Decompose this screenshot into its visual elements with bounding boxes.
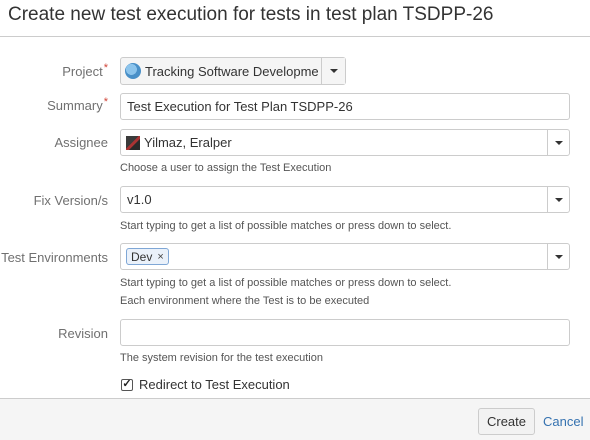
fix-version-input[interactable]: v1.0 <box>120 186 570 213</box>
revision-description: The system revision for the test executi… <box>120 352 323 364</box>
test-environments-input[interactable]: Dev × <box>120 243 570 270</box>
required-marker: * <box>103 62 108 74</box>
assignee-value: Yilmaz, Eralper <box>144 135 232 150</box>
cancel-link[interactable]: Cancel <box>543 414 583 429</box>
checkmark-icon: ✓ <box>122 378 132 390</box>
chevron-down-icon <box>554 197 563 202</box>
chevron-down-icon <box>554 254 563 259</box>
environment-tag: Dev × <box>126 248 169 265</box>
chevron-down-icon <box>554 140 563 145</box>
summary-input[interactable]: Test Execution for Test Plan TSDPP-26 <box>120 93 570 120</box>
summary-value: Test Execution for Test Plan TSDPP-26 <box>127 99 353 114</box>
test-environments-description: Start typing to get a list of possible m… <box>120 277 452 289</box>
fix-version-value: v1.0 <box>127 192 152 207</box>
create-button[interactable]: Create <box>478 408 535 435</box>
assignee-select[interactable]: Yilmaz, Eralper <box>120 129 570 156</box>
redirect-option[interactable]: ✓ Redirect to Test Execution <box>121 377 290 392</box>
project-select[interactable]: Tracking Software Developmen <box>120 57 346 85</box>
assignee-dropdown-button[interactable] <box>547 130 569 155</box>
required-marker: * <box>103 96 108 108</box>
remove-tag-icon[interactable]: × <box>157 251 163 263</box>
summary-label: Summary* <box>47 96 108 113</box>
redirect-checkbox[interactable]: ✓ <box>121 378 133 391</box>
redirect-label: Redirect to Test Execution <box>139 377 290 392</box>
environment-tag-label: Dev <box>131 249 153 264</box>
revision-label: Revision <box>58 326 108 341</box>
fix-version-label: Fix Version/s <box>33 193 108 208</box>
project-value: Tracking Software Developmen <box>145 63 319 79</box>
fix-version-description: Start typing to get a list of possible m… <box>120 220 452 232</box>
title-divider <box>0 36 590 37</box>
fix-version-dropdown-button[interactable] <box>547 187 569 212</box>
user-avatar-icon <box>126 135 140 150</box>
test-environments-help: Each environment where the Test is to be… <box>120 295 370 307</box>
test-environments-dropdown-button[interactable] <box>547 244 569 269</box>
dialog-title: Create new test execution for tests in t… <box>8 4 494 25</box>
assignee-label: Assignee <box>54 135 108 150</box>
test-environments-label: Test Environments <box>1 250 108 265</box>
revision-input[interactable] <box>120 319 570 346</box>
project-avatar-icon <box>125 63 141 79</box>
assignee-description: Choose a user to assign the Test Executi… <box>120 162 332 174</box>
project-dropdown-button[interactable] <box>321 58 345 84</box>
chevron-down-icon <box>329 69 338 73</box>
project-label: Project* <box>62 62 108 79</box>
